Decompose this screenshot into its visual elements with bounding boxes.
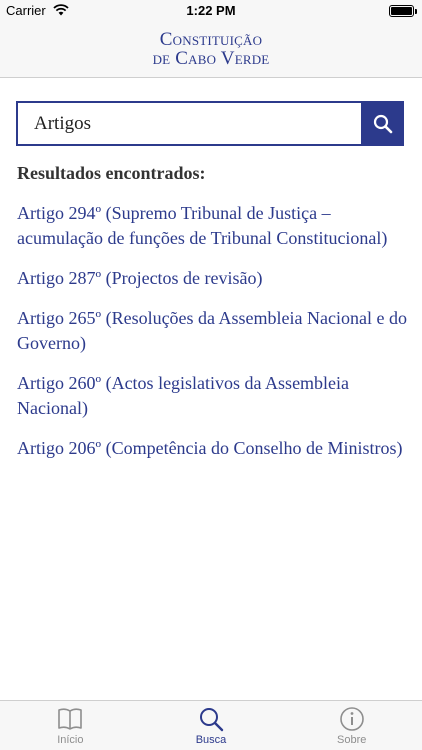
app-title-line2: de Cabo Verde <box>152 48 270 69</box>
app-header: Constituição de Cabo Verde <box>0 22 422 78</box>
result-link[interactable]: Artigo 206º (Competência do Conselho de … <box>17 438 403 458</box>
result-item[interactable]: Artigo 287º (Projectos de revisão) <box>17 266 407 291</box>
tab-bar: Início Busca Sobre <box>0 700 422 750</box>
tab-sobre[interactable]: Sobre <box>281 701 422 750</box>
battery-icon <box>389 5 417 17</box>
results-list: Artigo 294º (Supremo Tribunal de Justiça… <box>17 201 407 476</box>
app-title-line1: Constituição <box>159 29 263 50</box>
results-heading: Resultados encontrados: <box>17 163 206 183</box>
result-link[interactable]: Artigo 287º (Projectos de revisão) <box>17 268 263 288</box>
search-input[interactable] <box>16 101 362 146</box>
tab-inicio-label: Início <box>57 734 84 746</box>
search-icon <box>200 708 224 732</box>
result-link[interactable]: Artigo 294º (Supremo Tribunal de Justiça… <box>17 203 387 248</box>
result-item[interactable]: Artigo 206º (Competência do Conselho de … <box>17 436 407 461</box>
tab-busca-label: Busca <box>195 734 227 746</box>
search-button[interactable] <box>361 101 404 146</box>
search-icon <box>373 114 392 133</box>
result-item[interactable]: Artigo 265º (Resoluções da Assembleia Na… <box>17 306 407 356</box>
result-item[interactable]: Artigo 294º (Supremo Tribunal de Justiça… <box>17 201 407 251</box>
status-time: 1:22 PM <box>186 3 236 18</box>
result-link[interactable]: Artigo 260º (Actos legislativos da Assem… <box>17 373 349 418</box>
tab-sobre-label: Sobre <box>337 734 367 746</box>
book-icon <box>58 708 83 730</box>
info-icon <box>339 707 364 731</box>
tab-busca[interactable]: Busca <box>141 701 282 750</box>
tab-inicio[interactable]: Início <box>0 701 141 750</box>
search-bar <box>16 101 404 146</box>
result-item[interactable]: Artigo 260º (Actos legislativos da Assem… <box>17 371 407 421</box>
result-link[interactable]: Artigo 265º (Resoluções da Assembleia Na… <box>17 308 407 353</box>
status-bar: Carrier 1:22 PM <box>0 0 422 22</box>
